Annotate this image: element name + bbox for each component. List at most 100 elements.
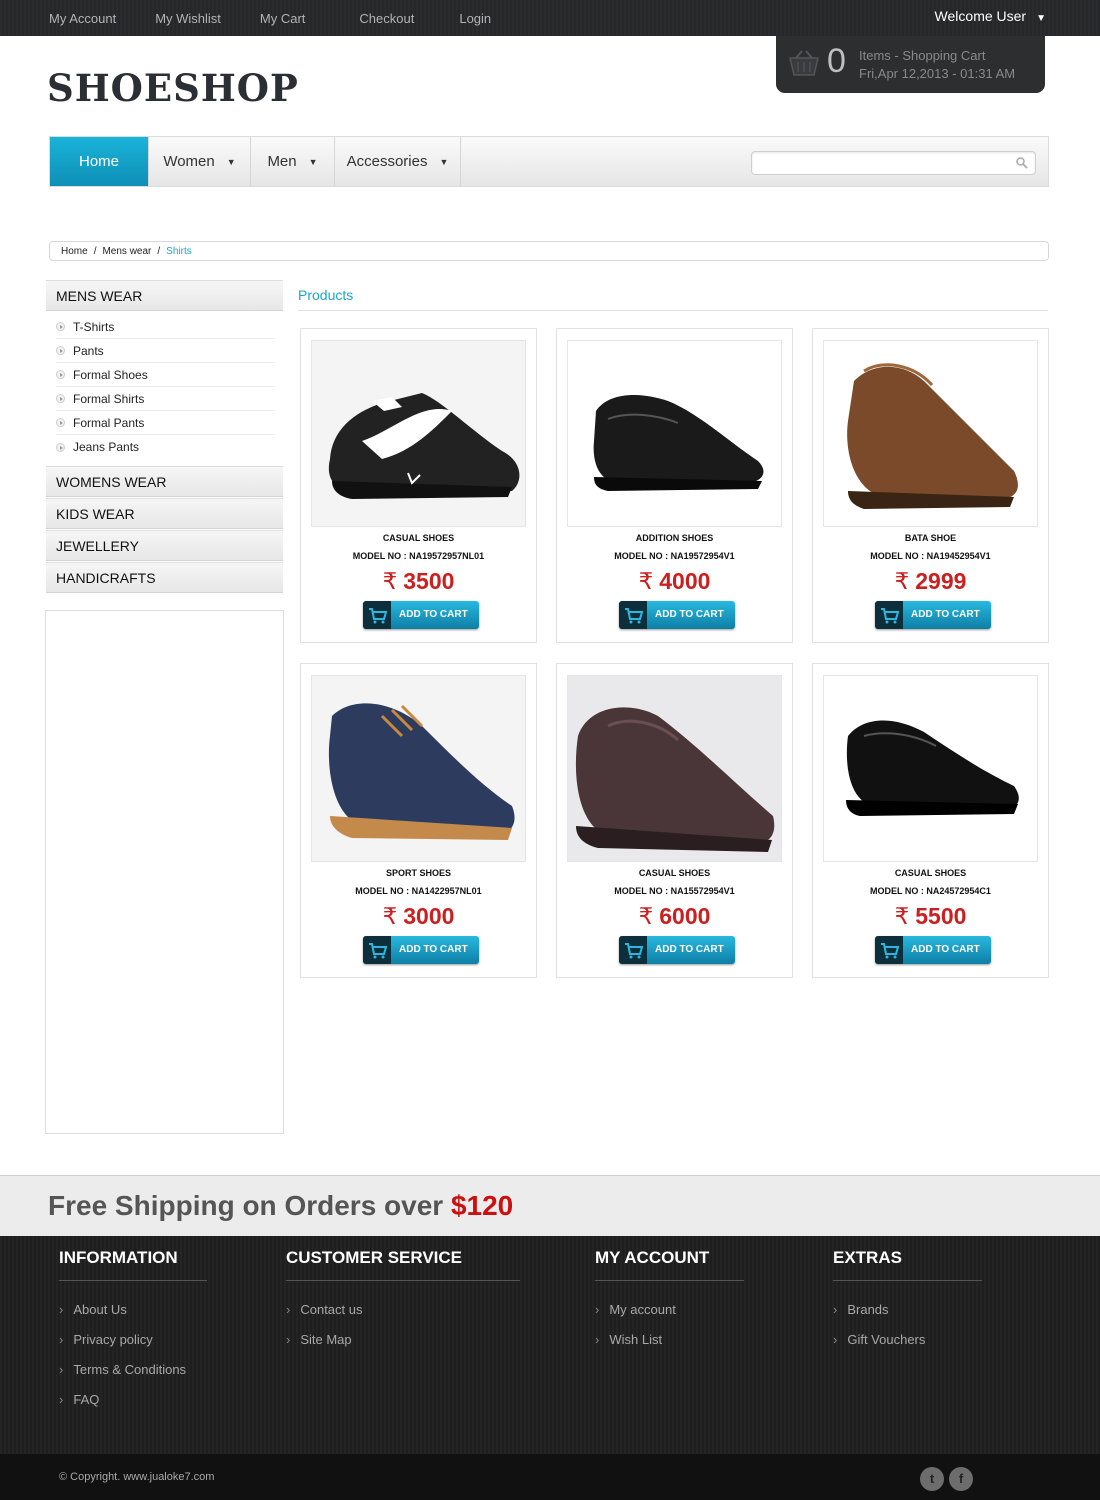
rupee-icon: ₹ bbox=[894, 568, 910, 594]
footer-link-gift-vouchers[interactable]: Gift Vouchers bbox=[833, 1332, 982, 1362]
free-shipping-text: Free Shipping on Orders over $120 bbox=[48, 1190, 513, 1222]
footer-link-my-account[interactable]: My account bbox=[595, 1302, 744, 1332]
product-name: BATA SHOE bbox=[904, 533, 957, 543]
top-links: My Account My Wishlist My Cart Checkout … bbox=[49, 0, 530, 36]
footer-heading: CUSTOMER SERVICE bbox=[286, 1248, 520, 1281]
sidebar-item-formal-shirts[interactable]: Formal Shirts bbox=[56, 387, 275, 411]
oxford-shoe-image bbox=[593, 395, 764, 491]
product-image[interactable] bbox=[311, 340, 526, 527]
add-to-cart-label: ADD TO CART bbox=[399, 944, 468, 955]
product-image[interactable] bbox=[567, 340, 782, 527]
category-handicrafts[interactable]: HANDICRAFTS bbox=[46, 562, 283, 593]
product-image[interactable] bbox=[823, 675, 1038, 862]
footer-link-terms[interactable]: Terms & Conditions bbox=[59, 1362, 207, 1392]
sidebar-item-label: Formal Pants bbox=[73, 415, 145, 430]
breadcrumb-home[interactable]: Home bbox=[61, 246, 88, 257]
sidebar-item-label: Jeans Pants bbox=[73, 440, 140, 454]
footer-link-brands[interactable]: Brands bbox=[833, 1302, 982, 1332]
breadcrumb-separator: / bbox=[157, 245, 161, 257]
product-image[interactable] bbox=[567, 675, 782, 862]
cart-icon bbox=[363, 936, 391, 964]
add-to-cart-button[interactable]: ADD TO CART bbox=[875, 601, 991, 629]
nav-accessories[interactable]: Accessories ▼ bbox=[335, 137, 461, 186]
footer-link-wish-list[interactable]: Wish List bbox=[595, 1332, 744, 1362]
sidebar-item-label: Pants bbox=[73, 343, 104, 358]
sidebar-item-pants[interactable]: Pants bbox=[56, 339, 275, 363]
category-womens-wear[interactable]: WOMENS WEAR bbox=[46, 466, 283, 497]
sidebar-item-label: Formal Shirts bbox=[73, 391, 145, 406]
footer-link-about-us[interactable]: About Us bbox=[59, 1302, 207, 1332]
footer-link-privacy-policy[interactable]: Privacy policy bbox=[59, 1332, 207, 1362]
breadcrumb-separator: / bbox=[93, 245, 97, 257]
nav-home[interactable]: Home bbox=[50, 137, 149, 186]
cart-icon bbox=[875, 601, 903, 629]
product-model: MODEL NO : NA19452954V1 bbox=[870, 551, 991, 561]
category-mens-wear[interactable]: MENS WEAR bbox=[46, 280, 283, 311]
product-model: MODEL NO : NA19572954V1 bbox=[614, 551, 735, 561]
facebook-icon[interactable]: f bbox=[949, 1467, 973, 1491]
product-card: ADDITION SHOES MODEL NO : NA19572954V1 ₹… bbox=[556, 328, 793, 643]
sidebar-item-formal-pants[interactable]: Formal Pants bbox=[56, 411, 275, 435]
my-wishlist-link[interactable]: My Wishlist bbox=[155, 11, 221, 26]
sport-shoe-image bbox=[328, 703, 515, 840]
footer-link-faq[interactable]: FAQ bbox=[59, 1392, 207, 1422]
add-to-cart-label: ADD TO CART bbox=[911, 944, 980, 955]
nav-home-label: Home bbox=[78, 153, 119, 170]
nav-men[interactable]: Men ▼ bbox=[251, 137, 335, 186]
my-cart-link[interactable]: My Cart bbox=[260, 11, 306, 26]
mens-wear-list: T-Shirts Pants Formal Shoes Formal Shirt… bbox=[46, 311, 283, 465]
welcome-label: Welcome User bbox=[934, 8, 1027, 24]
product-price: ₹3000 bbox=[301, 903, 536, 930]
checkout-link[interactable]: Checkout bbox=[359, 11, 414, 26]
footer-link-contact-us[interactable]: Contact us bbox=[286, 1302, 520, 1332]
nav-women[interactable]: Women ▼ bbox=[149, 137, 251, 186]
login-link[interactable]: Login bbox=[459, 11, 491, 26]
add-to-cart-button[interactable]: ADD TO CART bbox=[619, 936, 735, 964]
bullet-arrow-icon bbox=[56, 346, 65, 355]
search-input[interactable] bbox=[752, 152, 1002, 174]
category-kids-wear[interactable]: KIDS WEAR bbox=[46, 498, 283, 529]
footer-heading: MY ACCOUNT bbox=[595, 1248, 744, 1281]
footer-extras: EXTRAS Brands Gift Vouchers bbox=[833, 1248, 982, 1362]
caret-down-icon: ▼ bbox=[1036, 13, 1046, 24]
my-account-link[interactable]: My Account bbox=[49, 11, 116, 26]
cart-icon bbox=[619, 936, 647, 964]
site-logo[interactable]: SHOESHOP bbox=[47, 66, 299, 110]
product-name: CASUAL SHOES bbox=[894, 868, 967, 878]
twitter-icon[interactable]: t bbox=[920, 1467, 944, 1491]
nav-men-label: Men bbox=[267, 153, 297, 170]
bullet-arrow-icon bbox=[56, 418, 65, 427]
footer-heading: EXTRAS bbox=[833, 1248, 982, 1281]
product-price: ₹5500 bbox=[813, 903, 1048, 930]
product-image[interactable] bbox=[311, 675, 526, 862]
price-value: 6000 bbox=[659, 903, 711, 929]
product-model: MODEL NO : NA1422957NL01 bbox=[355, 886, 482, 896]
cart-summary[interactable]: 0 Items - Shopping Cart Fri,Apr 12,2013 … bbox=[776, 36, 1045, 93]
add-to-cart-button[interactable]: ADD TO CART bbox=[363, 936, 479, 964]
footer-link-site-map[interactable]: Site Map bbox=[286, 1332, 520, 1362]
footer-customer-service: CUSTOMER SERVICE Contact us Site Map bbox=[286, 1248, 520, 1362]
category-jewellery[interactable]: JEWELLERY bbox=[46, 530, 283, 561]
slip-on-shoe-image bbox=[846, 720, 1019, 816]
search-box bbox=[751, 151, 1036, 175]
add-to-cart-button[interactable]: ADD TO CART bbox=[619, 601, 735, 629]
sidebar-item-formal-shoes[interactable]: Formal Shoes bbox=[56, 363, 275, 387]
product-name: CASUAL SHOES bbox=[638, 868, 711, 878]
caret-down-icon: ▼ bbox=[226, 156, 236, 167]
product-card: CASUAL SHOES MODEL NO : NA15572954V1 ₹60… bbox=[556, 663, 793, 978]
search-icon[interactable] bbox=[1015, 156, 1029, 170]
sidebar-item-t-shirts[interactable]: T-Shirts bbox=[56, 315, 275, 339]
basket-icon bbox=[789, 50, 819, 76]
rupee-icon: ₹ bbox=[382, 568, 398, 594]
sidebar-item-jeans-pants[interactable]: Jeans Pants bbox=[56, 435, 275, 459]
top-bar: My Account My Wishlist My Cart Checkout … bbox=[0, 0, 1100, 36]
add-to-cart-button[interactable]: ADD TO CART bbox=[363, 601, 479, 629]
product-card: SPORT SHOES MODEL NO : NA1422957NL01 ₹30… bbox=[300, 663, 537, 978]
breadcrumb-mens-wear[interactable]: Mens wear bbox=[102, 246, 151, 257]
brown-shoe-image bbox=[847, 363, 1018, 509]
welcome-user-menu[interactable]: Welcome User ▼ bbox=[935, 8, 1046, 24]
product-image[interactable] bbox=[823, 340, 1038, 527]
rupee-icon: ₹ bbox=[638, 903, 654, 929]
price-value: 5500 bbox=[915, 903, 967, 929]
add-to-cart-button[interactable]: ADD TO CART bbox=[875, 936, 991, 964]
